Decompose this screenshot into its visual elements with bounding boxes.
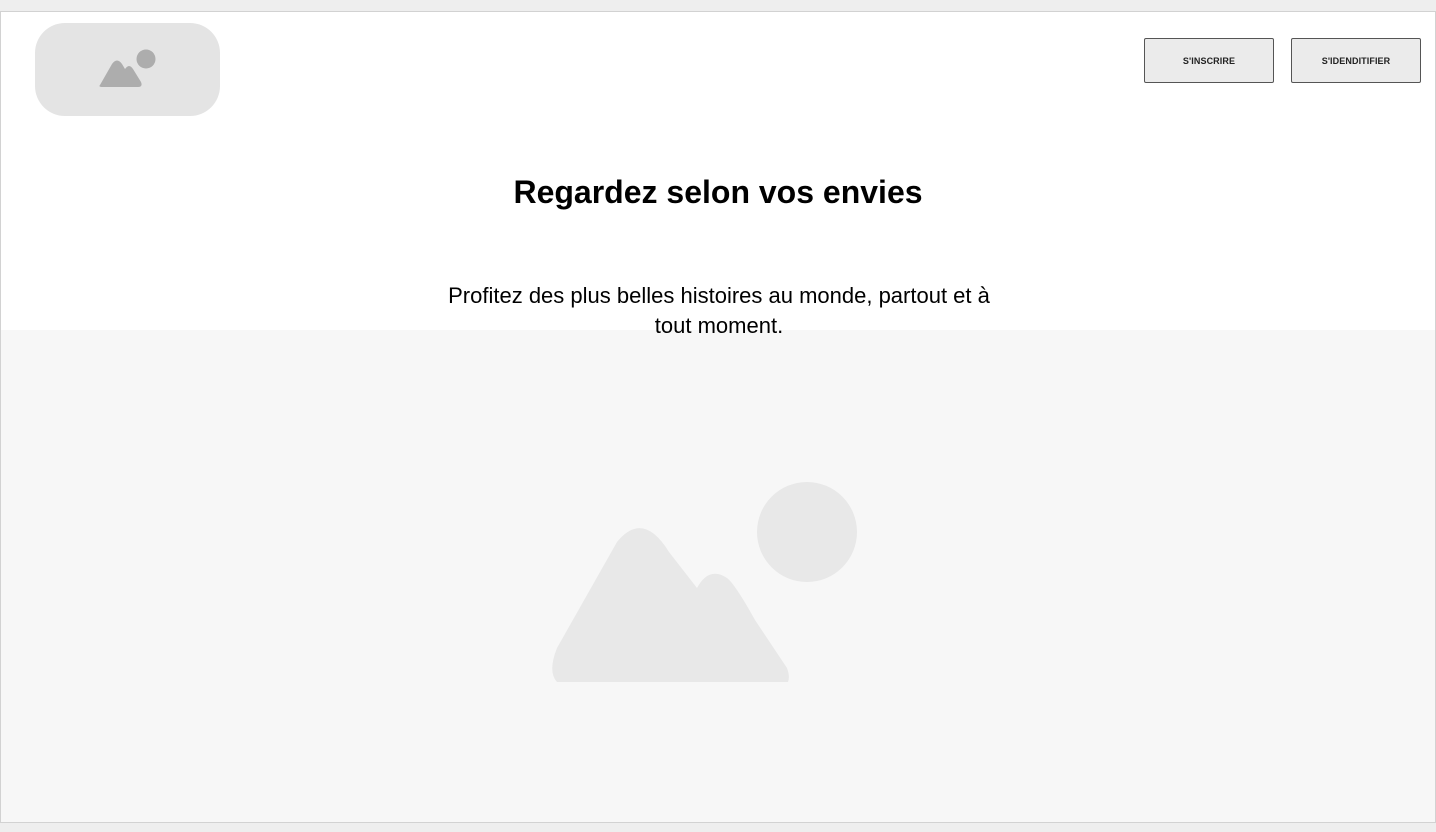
page-subtitle: Profitez des plus belles histoires au mo… xyxy=(448,283,990,338)
image-placeholder-icon xyxy=(98,49,155,87)
logo-placeholder[interactable] xyxy=(35,23,220,116)
hero-image-placeholder xyxy=(1,330,1435,822)
image-placeholder-icon xyxy=(552,482,857,682)
page-frame: S'INSCRIRE S'IDENDITIFIER Regardez selon… xyxy=(0,11,1436,823)
page-title: Regardez selon vos envies xyxy=(513,174,923,210)
login-button[interactable]: S'IDENDITIFIER xyxy=(1291,38,1421,83)
signup-button[interactable]: S'INSCRIRE xyxy=(1144,38,1274,83)
